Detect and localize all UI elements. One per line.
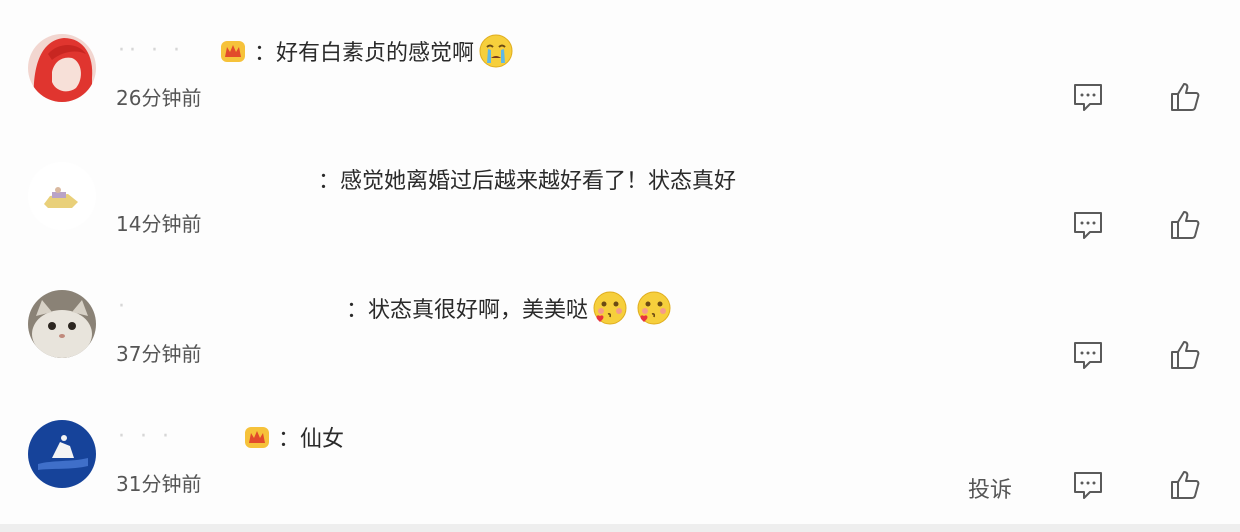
comment-text: ：仙女 xyxy=(278,427,345,452)
comment-item: · ：状态真很好啊，美美哒 37分钟前 xyxy=(0,256,1240,384)
thumbs-up-icon xyxy=(1171,471,1200,499)
like-button[interactable] xyxy=(1168,208,1202,242)
crying-face-icon xyxy=(478,33,514,69)
blowing-kiss-icon xyxy=(636,290,672,326)
username[interactable]: ·· · · xyxy=(118,38,184,63)
comment-item: ：感觉她离婚过后越来越好看了！状态真好 14分钟前 xyxy=(0,128,1240,256)
like-button[interactable] xyxy=(1168,338,1202,372)
comment-item: ·· · · ：好有白素贞的感觉啊 26分钟前 xyxy=(0,0,1240,128)
avatar[interactable] xyxy=(28,420,96,488)
comment-text-line: ：感觉她离婚过后越来越好看了！状态真好 xyxy=(318,162,736,196)
comment-feed: ·· · · ：好有白素贞的感觉啊 26分钟前 ：感觉她离婚过后越来越好看了！状… xyxy=(0,0,1240,532)
timestamp: 26分钟前 xyxy=(116,86,202,110)
comment-text-line: ：仙女 xyxy=(244,420,344,454)
reply-button[interactable] xyxy=(1071,468,1105,502)
avatar-small-figure-image xyxy=(28,162,96,230)
vip-crown-icon xyxy=(244,424,270,450)
comment-text: ：感觉她离婚过后越来越好看了！状态真好 xyxy=(318,169,737,194)
avatar[interactable] xyxy=(28,162,96,230)
comment-icon xyxy=(1074,472,1102,499)
timestamp: 14分钟前 xyxy=(116,212,202,236)
bottom-divider xyxy=(0,524,1240,532)
vip-crown-icon xyxy=(220,38,246,64)
blowing-kiss-icon xyxy=(592,290,628,326)
comment-text: ：状态真很好啊，美美哒 xyxy=(346,298,589,323)
avatar-cat-image xyxy=(28,290,96,358)
comment-text-line: ：好有白素贞的感觉啊 xyxy=(220,34,514,68)
avatar[interactable] xyxy=(28,34,96,102)
comment-text: ：好有白素贞的感觉啊 xyxy=(254,41,475,66)
like-button[interactable] xyxy=(1168,468,1202,502)
thumbs-up-icon xyxy=(1171,211,1200,239)
comment-icon xyxy=(1074,342,1102,369)
thumbs-up-icon xyxy=(1171,341,1200,369)
reply-button[interactable] xyxy=(1071,80,1105,114)
avatar-blue-scene-image xyxy=(28,420,96,488)
reply-button[interactable] xyxy=(1071,338,1105,372)
username[interactable]: · xyxy=(118,294,129,319)
comment-icon xyxy=(1074,84,1102,111)
avatar[interactable] xyxy=(28,290,96,358)
comment-icon xyxy=(1074,212,1102,239)
thumbs-up-icon xyxy=(1171,83,1200,111)
username[interactable]: · · · xyxy=(118,424,173,449)
reply-button[interactable] xyxy=(1071,208,1105,242)
comment-text-line: ：状态真很好啊，美美哒 xyxy=(346,288,672,328)
report-button[interactable]: 投诉 xyxy=(968,472,1012,504)
comment-item: · · · ：仙女 31分钟前 投诉 xyxy=(0,384,1240,512)
like-button[interactable] xyxy=(1168,80,1202,114)
timestamp: 37分钟前 xyxy=(116,342,202,366)
timestamp: 31分钟前 xyxy=(116,472,202,496)
avatar-red-hair-image xyxy=(28,34,96,102)
